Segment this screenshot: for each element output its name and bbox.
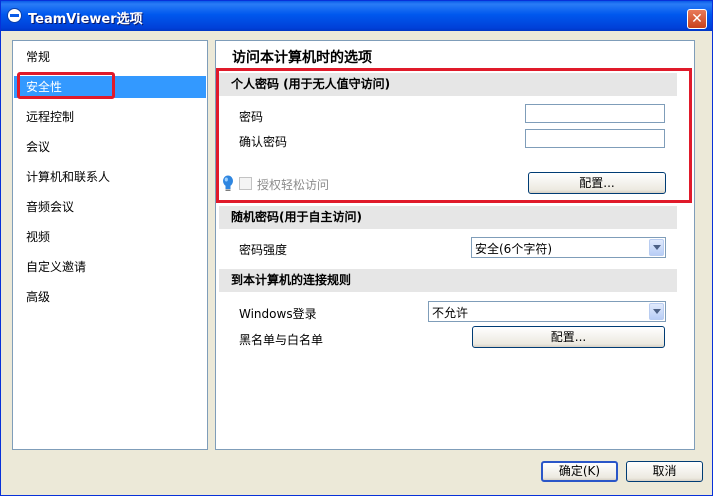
- window-title: TeamViewer选项: [28, 12, 143, 27]
- nav-item-computers-contacts[interactable]: 计算机和联系人: [14, 166, 206, 188]
- cancel-button[interactable]: 取消: [626, 461, 703, 482]
- close-button[interactable]: ✕: [687, 9, 707, 29]
- nav-item-video[interactable]: 视频: [14, 226, 206, 248]
- options-dialog: TeamViewer选项 ✕ 常规 安全性 远程控制 会议 计算机和联系人 音频…: [0, 0, 713, 496]
- annotation-highlight-security: [17, 72, 115, 99]
- windows-login-value: 不允许: [432, 306, 469, 320]
- password-strength-value: 安全(6个字符): [475, 242, 552, 256]
- nav-item-advanced[interactable]: 高级: [14, 286, 206, 308]
- password-strength-select[interactable]: 安全(6个字符): [471, 237, 666, 258]
- nav-item-audio-conference[interactable]: 音频会议: [14, 196, 206, 218]
- title-bar[interactable]: TeamViewer选项 ✕: [1, 1, 712, 31]
- nav-item-custom-invitation[interactable]: 自定义邀请: [14, 256, 206, 278]
- chevron-down-icon[interactable]: [649, 303, 664, 320]
- page-title: 访问本计算机时的选项: [232, 50, 372, 66]
- nav-item-meeting[interactable]: 会议: [14, 136, 206, 158]
- category-list: 常规 安全性 远程控制 会议 计算机和联系人 音频会议 视频 自定义邀请 高级: [12, 40, 208, 450]
- chevron-down-icon[interactable]: [649, 239, 664, 256]
- configure-blacklist-button[interactable]: 配置...: [472, 326, 665, 348]
- windows-login-select[interactable]: 不允许: [428, 301, 666, 322]
- blacklist-whitelist-label: 黑名单与白名单: [239, 333, 324, 347]
- nav-item-general[interactable]: 常规: [14, 46, 206, 68]
- password-strength-label: 密码强度: [239, 243, 288, 257]
- section-header-random-password: 随机密码(用于自主访问): [219, 206, 677, 229]
- teamviewer-logo-icon: [7, 8, 22, 23]
- windows-login-label: Windows登录: [239, 307, 317, 321]
- annotation-highlight-personal-password: [216, 68, 692, 203]
- section-header-connection-rules: 到本计算机的连接规则: [219, 269, 677, 292]
- ok-button[interactable]: 确定(K): [541, 461, 618, 482]
- nav-item-remote-control[interactable]: 远程控制: [14, 106, 206, 128]
